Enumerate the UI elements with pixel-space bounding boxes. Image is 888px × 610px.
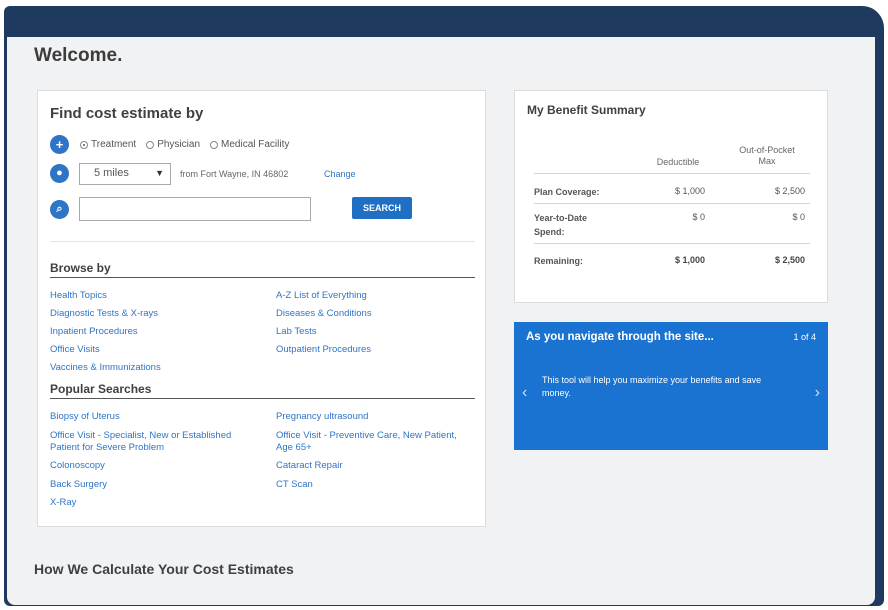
popular-link[interactable]: X-Ray xyxy=(50,497,76,509)
popular-link[interactable]: Cataract Repair xyxy=(276,460,343,472)
chevron-left-icon[interactable]: ‹ xyxy=(522,384,527,402)
browse-link[interactable]: Outpatient Procedures xyxy=(276,344,371,356)
radio-dot[interactable] xyxy=(210,140,219,149)
find-cost-panel: Find cost estimate by + Treatment Physic… xyxy=(37,90,486,527)
radio-label: Treatment xyxy=(91,139,137,150)
row-value: $ 1,000 xyxy=(674,186,705,196)
popular-link[interactable]: Biopsy of Uterus xyxy=(50,411,120,423)
tour-title: As you navigate through the site... xyxy=(526,331,714,343)
chevron-down-icon: ▼ xyxy=(155,168,164,178)
tour-text: This tool will help you maximize your be… xyxy=(542,375,762,398)
popular-title: Popular Searches xyxy=(50,382,152,396)
how-we-calculate-heading: How We Calculate Your Cost Estimates xyxy=(34,561,294,577)
radio-dot[interactable] xyxy=(146,140,155,149)
row-value: $ 2,500 xyxy=(774,186,805,196)
popular-link[interactable]: Office Visit - Preventive Care, New Pati… xyxy=(276,430,457,442)
tour-count: 1 of 4 xyxy=(793,332,816,342)
app-screen: Welcome. Find cost estimate by + Treatme… xyxy=(7,37,875,605)
popular-link[interactable]: Patient for Severe Problem xyxy=(50,442,164,454)
radio-treatment[interactable]: Treatment xyxy=(80,139,136,150)
radio-dot[interactable] xyxy=(80,140,88,149)
benefit-title: My Benefit Summary xyxy=(527,103,646,117)
row-label: Spend: xyxy=(534,227,565,237)
popular-link[interactable]: Back Surgery xyxy=(50,479,107,491)
popular-link[interactable]: CT Scan xyxy=(276,479,313,491)
browse-link[interactable]: Diagnostic Tests & X-rays xyxy=(50,308,158,320)
search-type-radios: Treatment Physician Medical Facility xyxy=(80,139,289,150)
divider xyxy=(50,241,475,242)
radio-medical-facility[interactable]: Medical Facility xyxy=(210,139,289,150)
browse-link[interactable]: Vaccines & Immunizations xyxy=(50,362,161,374)
table-divider xyxy=(534,203,810,204)
page-title: Welcome. xyxy=(34,45,123,66)
col-oop-max-line2: Max xyxy=(758,156,776,166)
table-divider xyxy=(534,173,810,174)
browse-link[interactable]: Office Visits xyxy=(50,344,100,356)
search-input[interactable] xyxy=(79,197,311,221)
browse-link[interactable]: Lab Tests xyxy=(276,326,317,338)
search-icon: ⌕ xyxy=(50,200,69,219)
browse-link[interactable]: A-Z List of Everything xyxy=(276,290,367,302)
row-value: $ 2,500 xyxy=(774,255,805,265)
location-pin-icon: ● xyxy=(50,164,69,183)
browse-rule xyxy=(50,277,475,278)
benefit-summary-panel: My Benefit Summary Deductible Out-of-Poc… xyxy=(514,90,828,303)
popular-link[interactable]: Office Visit - Specialist, New or Establ… xyxy=(50,430,231,442)
browse-link[interactable]: Inpatient Procedures xyxy=(50,326,138,338)
table-divider xyxy=(534,243,810,244)
row-value: $ 0 xyxy=(792,212,805,222)
location-text: from Fort Wayne, IN 46802 xyxy=(180,169,289,179)
popular-link[interactable]: Pregnancy ultrasound xyxy=(276,411,368,423)
popular-rule xyxy=(50,398,475,399)
col-oop-max-line1: Out-of-Pocket xyxy=(739,145,795,155)
row-value: $ 1,000 xyxy=(674,255,705,265)
distance-value: 5 miles xyxy=(94,167,129,179)
popular-link[interactable]: Age 65+ xyxy=(276,442,312,454)
browse-link[interactable]: Health Topics xyxy=(50,290,107,302)
row-label: Year-to-Date xyxy=(534,213,588,223)
plus-icon: + xyxy=(50,135,69,154)
radio-label: Medical Facility xyxy=(221,139,290,150)
row-label: Plan Coverage: xyxy=(534,187,600,197)
search-button[interactable]: SEARCH xyxy=(352,197,412,219)
popular-link[interactable]: Colonoscopy xyxy=(50,460,105,472)
find-title: Find cost estimate by xyxy=(50,105,204,122)
row-value: $ 0 xyxy=(692,212,705,222)
browse-link[interactable]: Diseases & Conditions xyxy=(276,308,372,320)
col-deductible: Deductible xyxy=(656,157,700,167)
radio-label: Physician xyxy=(157,139,201,150)
distance-select[interactable]: 5 miles ▼ xyxy=(79,163,171,185)
radio-physician[interactable]: Physician xyxy=(146,139,200,150)
chevron-right-icon[interactable]: › xyxy=(815,384,820,402)
row-label: Remaining: xyxy=(534,256,584,266)
change-location-link[interactable]: Change xyxy=(324,169,356,179)
tour-card: As you navigate through the site... 1 of… xyxy=(514,322,828,450)
browse-title: Browse by xyxy=(50,261,111,275)
